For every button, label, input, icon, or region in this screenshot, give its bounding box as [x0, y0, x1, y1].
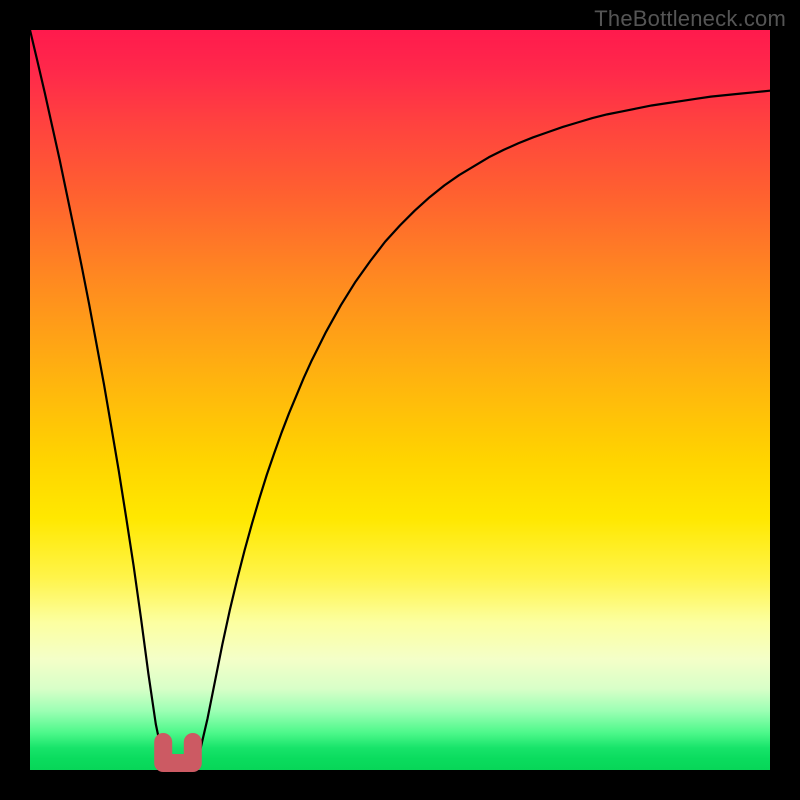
marker-u-shape	[163, 742, 193, 763]
watermark-text: TheBottleneck.com	[594, 6, 786, 32]
bottleneck-curve	[30, 30, 770, 770]
curve-path	[30, 30, 770, 770]
chart-frame: TheBottleneck.com	[0, 0, 800, 800]
plot-area	[30, 30, 770, 770]
